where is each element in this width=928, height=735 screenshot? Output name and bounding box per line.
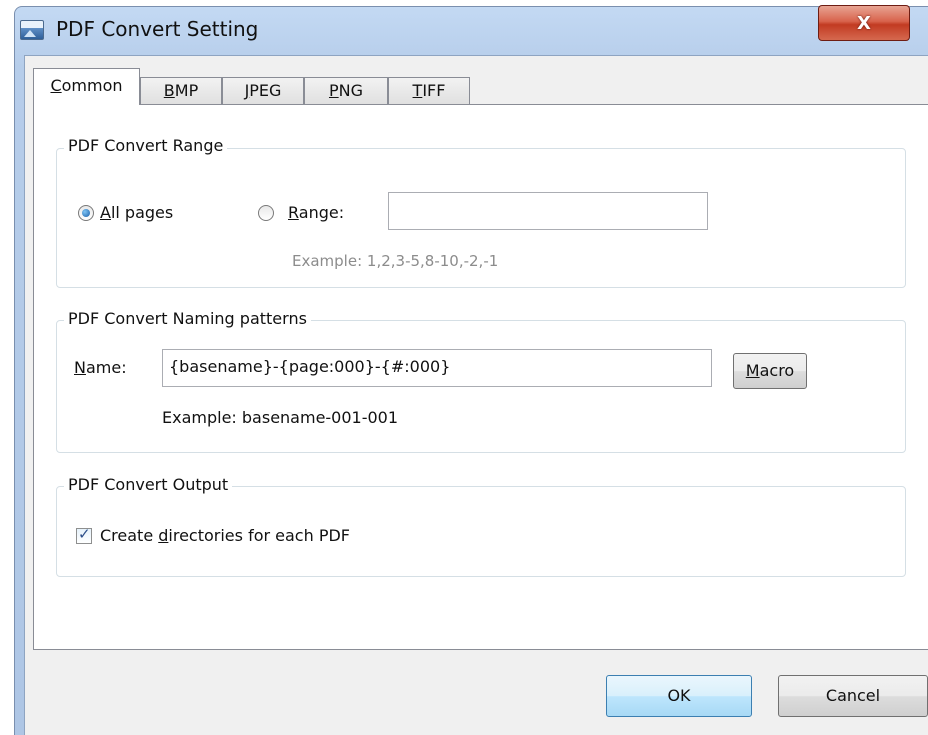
name-pattern-input[interactable]: {basename}-{page:000}-{#:000}: [162, 349, 712, 387]
macro-mnemonic: M: [745, 361, 760, 380]
all-pages-text: ll pages: [110, 203, 174, 222]
range-example: Example: 1,2,3-5,8-10,-2,-1: [292, 252, 499, 270]
range-text: ange:: [298, 203, 345, 222]
tab-bmp-mnemonic: B: [163, 81, 175, 100]
create-directories-mnemonic: d: [158, 526, 169, 545]
close-icon: X: [857, 12, 871, 34]
macro-button[interactable]: Macro: [733, 353, 807, 389]
cancel-button[interactable]: Cancel: [778, 675, 928, 717]
tab-png-mnemonic: P: [328, 81, 339, 100]
tab-common-label: ommon: [61, 76, 123, 95]
tab-png-label: NG: [338, 81, 364, 100]
create-directories-checkbox[interactable]: [76, 525, 92, 544]
range-group-title: PDF Convert Range: [64, 136, 228, 155]
naming-group-title: PDF Convert Naming patterns: [64, 309, 311, 328]
range-mnemonic: R: [288, 203, 299, 222]
create-directories-text-b: irectories for each PDF: [168, 526, 350, 545]
range-label[interactable]: Range:: [288, 203, 344, 222]
ok-button[interactable]: OK: [606, 675, 752, 717]
all-pages-mnemonic: A: [100, 203, 111, 222]
range-radio[interactable]: [258, 205, 274, 221]
tab-tiff[interactable]: TIFF: [388, 77, 470, 104]
range-input[interactable]: [388, 192, 708, 230]
tab-bmp-label: MP: [174, 81, 199, 100]
close-button[interactable]: X: [818, 5, 910, 41]
tab-jpeg-label: PEG: [249, 81, 282, 100]
naming-example: Example: basename-001-001: [162, 408, 399, 427]
name-label: Name:: [74, 358, 127, 377]
all-pages-radio[interactable]: [78, 205, 94, 221]
create-directories-text-a: Create: [100, 526, 159, 545]
app-icon: [20, 20, 44, 40]
tab-bmp[interactable]: BMP: [140, 77, 222, 104]
tab-tiff-mnemonic: T: [412, 81, 423, 100]
name-label-text: ame:: [85, 358, 127, 377]
output-group-title: PDF Convert Output: [64, 475, 233, 494]
create-directories-label[interactable]: Create directories for each PDF: [100, 526, 350, 545]
tab-common[interactable]: Common: [33, 68, 140, 105]
name-mnemonic: N: [74, 358, 86, 377]
window-title: PDF Convert Setting: [56, 17, 259, 41]
tab-jpeg[interactable]: JPEG: [222, 77, 304, 104]
tab-common-mnemonic: C: [50, 76, 62, 95]
macro-label: acro: [759, 361, 795, 380]
tab-tiff-label: IFF: [422, 81, 446, 100]
all-pages-label[interactable]: All pages: [100, 203, 173, 222]
tab-png[interactable]: PNG: [304, 77, 388, 104]
